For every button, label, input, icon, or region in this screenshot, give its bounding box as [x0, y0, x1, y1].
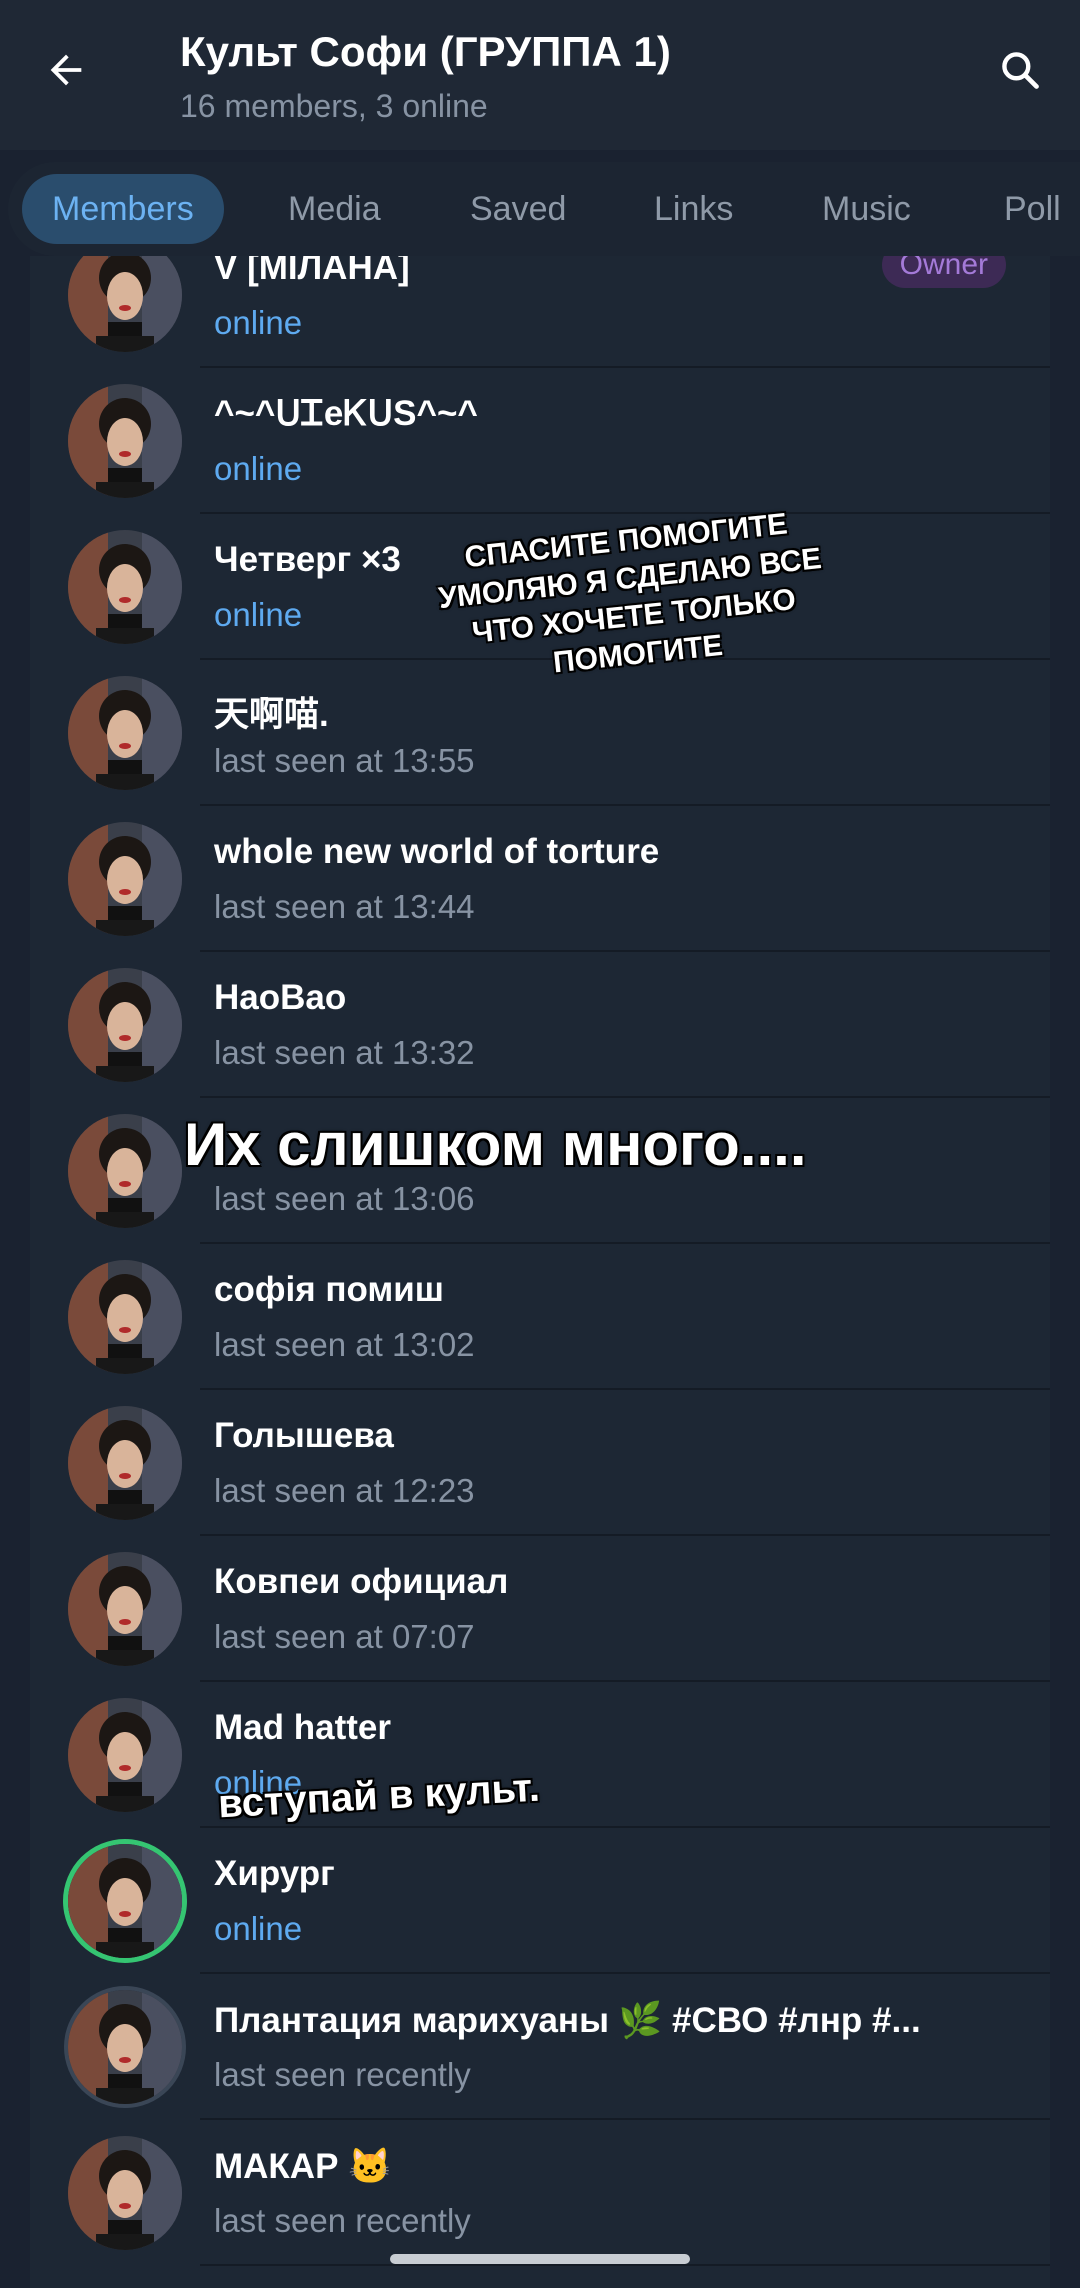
member-row[interactable]: ^~^ᑌᏆeᏦᑌS^~^ online: [30, 368, 1050, 514]
member-name: whole new world of torture: [214, 832, 660, 871]
member-name: V [MIЛAHA]: [214, 256, 410, 287]
member-status: last seen at 13:44: [214, 888, 475, 925]
avatar: [68, 676, 182, 790]
overlay-caption-too-many: Их слишком много....: [184, 1111, 807, 1178]
member-status: online: [214, 450, 303, 487]
tab-members[interactable]: Members: [22, 174, 224, 244]
avatar: [68, 968, 182, 1082]
home-indicator[interactable]: [390, 2254, 690, 2264]
avatar: [68, 1260, 182, 1374]
page-title[interactable]: Культ Софи (ГРУППА 1): [180, 28, 671, 76]
member-status: last seen at 13:06: [214, 1180, 475, 1217]
member-status: last seen at 13:55: [214, 742, 475, 779]
member-name: ^~^ᑌᏆeᏦᑌS^~^: [214, 394, 478, 433]
member-status: online: [214, 596, 303, 633]
member-status: last seen at 13:32: [214, 1034, 475, 1071]
member-status: last seen at 07:07: [214, 1618, 475, 1655]
member-row[interactable]: V [MIЛAHA] online Owner: [30, 256, 1050, 368]
avatar: [68, 1114, 182, 1228]
member-name: Mad hatter: [214, 1708, 391, 1747]
media-tabs: Members Media Saved Links Music Poll: [8, 162, 1080, 256]
member-row[interactable]: софія помиш last seen at 13:02: [30, 1244, 1050, 1390]
member-row[interactable]: HaoBao last seen at 13:32: [30, 952, 1050, 1098]
member-status: last seen at 12:23: [214, 1472, 475, 1509]
search-icon: [998, 48, 1042, 97]
member-row[interactable]: Ковпеи официал last seen at 07:07: [30, 1536, 1050, 1682]
avatar: [68, 1990, 182, 2104]
member-count: 16 members, 3 online: [180, 88, 488, 124]
member-name: софія помиш: [214, 1270, 444, 1309]
avatar: [68, 384, 182, 498]
member-status: online: [214, 1910, 303, 1947]
tab-saved[interactable]: Saved: [470, 174, 566, 244]
member-name: Ковпеи официал: [214, 1562, 509, 1601]
member-row[interactable]: whole new world of torture last seen at …: [30, 806, 1050, 952]
member-name: Четверг ×3: [214, 540, 401, 579]
member-row[interactable]: Плантация марихуаны 🌿 #СВО #лнр #... las…: [30, 1974, 1050, 2120]
avatar: [68, 822, 182, 936]
search-button[interactable]: [990, 42, 1050, 102]
avatar: [68, 256, 182, 352]
avatar: [68, 2136, 182, 2250]
member-row[interactable]: Голышева last seen at 12:23: [30, 1390, 1050, 1536]
member-name: Хирург: [214, 1854, 335, 1893]
avatar: [68, 1844, 182, 1958]
member-name: HaoBao: [214, 978, 347, 1017]
tab-music[interactable]: Music: [822, 174, 911, 244]
divider: [200, 2264, 1050, 2266]
arrow-left-icon: [43, 47, 89, 98]
member-row[interactable]: МАКАР 🐱 last seen recently: [30, 2120, 1050, 2266]
top-app-bar: Культ Софи (ГРУППА 1) 16 members, 3 onli…: [0, 0, 1080, 150]
member-row[interactable]: Хирург online: [30, 1828, 1050, 1974]
avatar: [68, 530, 182, 644]
avatar: [68, 1552, 182, 1666]
member-status: last seen at 13:02: [214, 1326, 475, 1363]
tab-media[interactable]: Media: [288, 174, 381, 244]
member-status: last seen recently: [214, 2056, 471, 2093]
back-button[interactable]: [36, 42, 96, 102]
member-name: МАКАР 🐱: [214, 2147, 392, 2186]
member-name: 天啊喵.: [214, 695, 329, 734]
member-status: online: [214, 304, 303, 341]
member-status: last seen recently: [214, 2202, 471, 2239]
owner-badge: Owner: [881, 256, 1006, 288]
avatar: [68, 1406, 182, 1520]
member-name: Голышева: [214, 1416, 394, 1455]
tab-links[interactable]: Links: [654, 174, 733, 244]
member-name: Плантация марихуаны 🌿 #СВО #лнр #...: [214, 2001, 921, 2040]
avatar: [68, 1698, 182, 1812]
tab-poll[interactable]: Poll: [1004, 174, 1061, 244]
